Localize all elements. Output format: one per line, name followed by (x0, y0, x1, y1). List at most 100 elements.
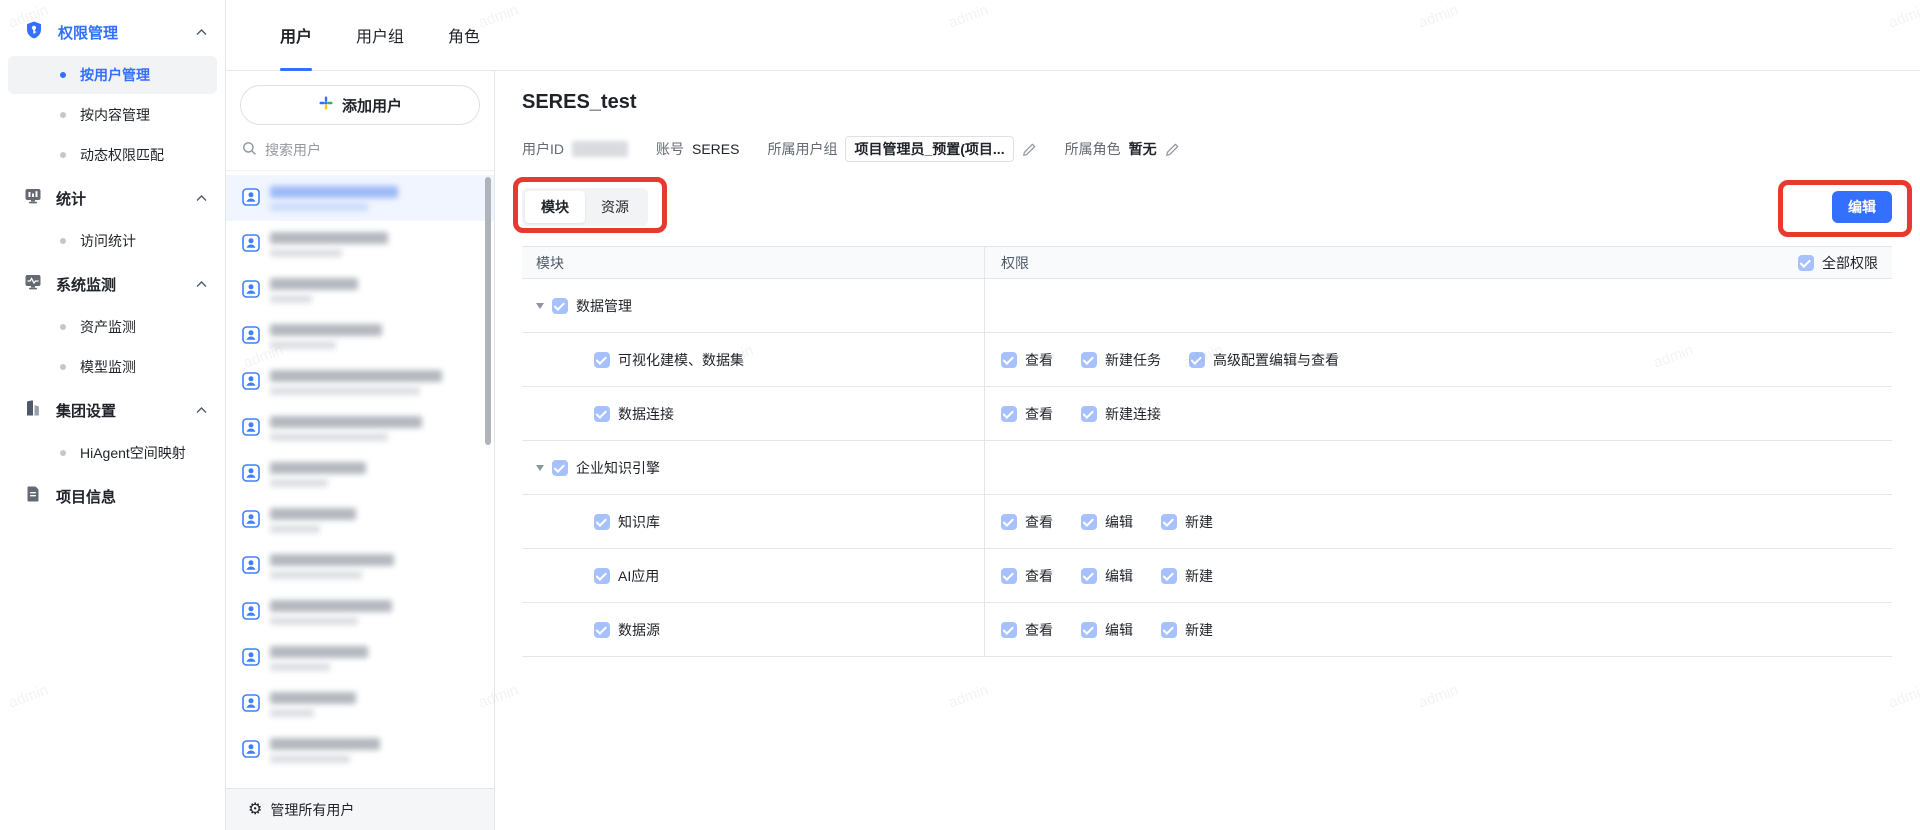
permission-item: 编辑 (1081, 566, 1133, 586)
sidebar-item-dynamic-permission[interactable]: 动态权限匹配 (8, 136, 217, 174)
permissions-cell: 查看 新建任务 高级配置编辑与查看 (984, 333, 1892, 386)
table-row-group: 企业知识引擎 (522, 441, 1892, 495)
tab-roles[interactable]: 角色 (448, 0, 480, 70)
permission-checkbox[interactable] (1001, 513, 1017, 530)
module-cell: 数据连接 (522, 387, 984, 440)
module-checkbox[interactable] (594, 405, 610, 422)
sidebar-group-project-info[interactable]: 项目信息 (0, 474, 225, 518)
user-meta-row: 用户ID 账号 SERES 所属用户组 项目管理员_预置(项目... 所属角色 … (522, 136, 1892, 162)
edit-role-icon[interactable] (1165, 142, 1180, 157)
manage-all-users-button[interactable]: ⚙ 管理所有用户 (226, 788, 494, 830)
tab-module[interactable]: 模块 (525, 191, 585, 223)
sidebar: 权限管理 按用户管理 按内容管理 动态权限匹配 统计 访问统计 系统监测 资产监… (0, 0, 226, 830)
user-list-item[interactable] (226, 313, 494, 359)
permission-checkbox[interactable] (1081, 513, 1097, 530)
permission-checkbox[interactable] (1161, 621, 1177, 638)
user-badge-icon (242, 601, 260, 623)
permission-checkbox[interactable] (1189, 351, 1205, 368)
user-list-item[interactable] (226, 635, 494, 681)
blurred-user-name (270, 461, 366, 487)
user-list-item[interactable] (226, 727, 494, 773)
permission-checkbox[interactable] (1001, 621, 1017, 638)
permissions-cell (984, 441, 1892, 494)
pulse-monitor-icon (24, 273, 42, 295)
module-checkbox[interactable] (594, 567, 610, 584)
chevron-up-icon[interactable] (196, 406, 207, 414)
permission-checkbox[interactable] (1081, 351, 1097, 368)
permission-item: 高级配置编辑与查看 (1189, 350, 1339, 370)
sidebar-item-visit-stats[interactable]: 访问统计 (8, 222, 217, 260)
sidebar-group-label: 集团设置 (56, 402, 117, 420)
sidebar-group-org-settings[interactable]: 集团设置 (0, 388, 225, 432)
user-list-item[interactable] (226, 451, 494, 497)
gear-icon: ⚙ (248, 800, 263, 818)
user-id-label: 用户ID (522, 141, 564, 157)
permission-checkbox[interactable] (1161, 513, 1177, 530)
user-list-item[interactable] (226, 405, 494, 451)
scrollbar-thumb[interactable] (485, 177, 491, 445)
tab-users[interactable]: 用户 (280, 0, 312, 70)
permission-item: 查看 (1001, 566, 1053, 586)
user-list-item[interactable] (226, 543, 494, 589)
permission-column-header: 权限 全部权限 (984, 247, 1892, 278)
user-list-item[interactable] (226, 681, 494, 727)
user-list-item[interactable] (226, 497, 494, 543)
sidebar-item-asset-monitor[interactable]: 资产监测 (8, 308, 217, 346)
module-checkbox[interactable] (552, 459, 568, 476)
chevron-up-icon[interactable] (196, 280, 207, 288)
permission-label: 新建连接 (1105, 405, 1161, 422)
all-permissions-label: 全部权限 (1822, 254, 1878, 271)
toolbar-row: 模块 资源 编辑 (522, 188, 1892, 226)
permissions-cell: 查看 编辑 新建 (984, 549, 1892, 602)
permission-checkbox[interactable] (1081, 405, 1097, 422)
permission-checkbox[interactable] (1001, 405, 1017, 422)
account-pair: 账号 SERES (656, 139, 739, 159)
sidebar-item-by-content[interactable]: 按内容管理 (8, 96, 217, 134)
edit-user-group-icon[interactable] (1022, 142, 1037, 157)
user-list-panel: 添加用户 搜索用户 ⚙ 管理所有用户 (226, 71, 495, 830)
sidebar-group-label: 系统监测 (56, 276, 117, 294)
permission-checkbox[interactable] (1001, 567, 1017, 584)
permission-checkbox[interactable] (1001, 351, 1017, 368)
add-user-button[interactable]: 添加用户 (240, 85, 480, 125)
module-column-header: 模块 (536, 254, 564, 271)
sidebar-group-statistics[interactable]: 统计 (0, 176, 225, 220)
tab-resource[interactable]: 资源 (585, 191, 645, 223)
edit-button[interactable]: 编辑 (1832, 191, 1892, 223)
permission-checkbox[interactable] (1081, 621, 1097, 638)
user-list-item[interactable] (226, 589, 494, 635)
permissions-cell: 查看 编辑 新建 (984, 603, 1892, 656)
user-badge-icon (242, 187, 260, 209)
user-list-item-selected[interactable] (226, 175, 494, 221)
collapse-caret-icon[interactable] (536, 302, 544, 309)
user-group-pair: 所属用户组 项目管理员_预置(项目... (767, 136, 1036, 162)
all-permissions-toggle[interactable]: 全部权限 (1798, 253, 1878, 273)
module-checkbox[interactable] (594, 513, 610, 530)
permission-checkbox[interactable] (1081, 567, 1097, 584)
user-list-item[interactable] (226, 267, 494, 313)
chevron-up-icon[interactable] (196, 28, 207, 36)
all-permissions-checkbox[interactable] (1798, 254, 1814, 271)
sidebar-group-system-monitor[interactable]: 系统监测 (0, 262, 225, 306)
permission-checkbox[interactable] (1161, 567, 1177, 584)
user-list-item[interactable] (226, 221, 494, 267)
permission-item: 新建任务 (1081, 350, 1161, 370)
sidebar-group-permission[interactable]: 权限管理 (0, 10, 225, 54)
search-user-input[interactable] (265, 141, 478, 158)
sidebar-item-hiagent-mapping[interactable]: HiAgent空间映射 (8, 434, 217, 472)
permission-item: 编辑 (1081, 512, 1133, 532)
bullet-dot-icon (60, 72, 66, 78)
user-id-pair: 用户ID (522, 139, 628, 159)
module-checkbox[interactable] (594, 351, 610, 368)
user-list-item[interactable] (226, 359, 494, 405)
permission-item: 查看 (1001, 404, 1053, 424)
module-cell: 可视化建模、数据集 (522, 333, 984, 386)
sidebar-item-model-monitor[interactable]: 模型监测 (8, 348, 217, 386)
module-checkbox[interactable] (552, 297, 568, 314)
module-checkbox[interactable] (594, 621, 610, 638)
chevron-up-icon[interactable] (196, 194, 207, 202)
collapse-caret-icon[interactable] (536, 464, 544, 471)
tab-user-groups[interactable]: 用户组 (356, 0, 404, 70)
bullet-dot-icon (60, 238, 66, 244)
sidebar-item-by-user[interactable]: 按用户管理 (8, 56, 217, 94)
